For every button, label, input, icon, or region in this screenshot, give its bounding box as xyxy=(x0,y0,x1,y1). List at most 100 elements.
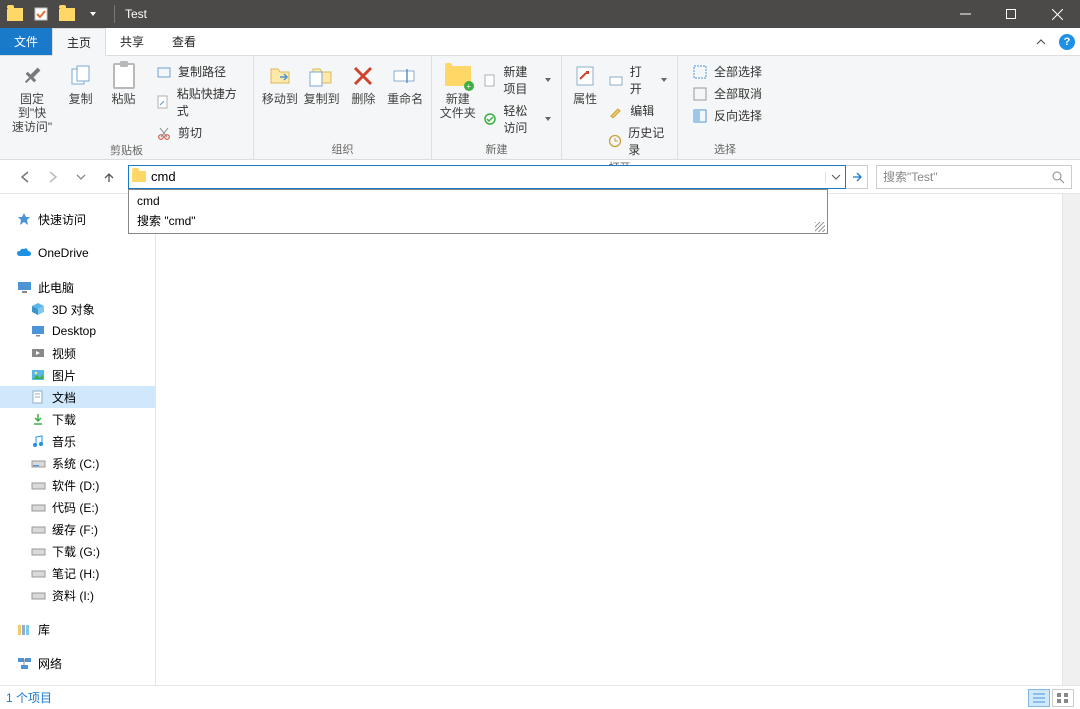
status-item-count: 1 个项目 xyxy=(6,689,52,706)
app-icon[interactable] xyxy=(4,3,26,25)
copy-button[interactable]: 复制 xyxy=(60,60,101,106)
history-label: 历史记录 xyxy=(628,124,667,158)
history-button[interactable]: 历史记录 xyxy=(604,123,671,159)
status-bar: 1 个项目 xyxy=(0,685,1080,709)
tree-videos-label: 视频 xyxy=(52,345,76,362)
tree-network[interactable]: 网络 xyxy=(0,652,155,674)
tree-pictures[interactable]: 图片 xyxy=(0,364,155,386)
tree-documents-label: 文档 xyxy=(52,389,76,406)
close-button[interactable] xyxy=(1034,0,1080,28)
documents-icon xyxy=(30,389,46,405)
copy-path-label: 复制路径 xyxy=(178,63,226,80)
tree-drive-d-label: 软件 (D:) xyxy=(52,477,99,494)
select-all-button[interactable]: 全部选择 xyxy=(688,62,766,81)
vertical-scrollbar[interactable] xyxy=(1062,194,1080,685)
tree-this-pc-label: 此电脑 xyxy=(38,279,74,296)
pin-label-2: 速访问" xyxy=(12,120,52,134)
new-folder-label-1: 新建 xyxy=(446,92,470,106)
new-group-label: 新建 xyxy=(432,141,561,159)
tree-drive-g[interactable]: 下载 (G:) xyxy=(0,540,155,562)
pin-to-quick-access-button[interactable]: 固定到"快速访问" xyxy=(6,60,58,134)
recent-locations-button[interactable] xyxy=(72,168,90,186)
new-item-button[interactable]: 新建项目 xyxy=(479,62,555,98)
tree-documents[interactable]: 文档 xyxy=(0,386,155,408)
tree-drive-f[interactable]: 缓存 (F:) xyxy=(0,518,155,540)
tree-drive-c[interactable]: 系统 (C:) xyxy=(0,452,155,474)
tree-this-pc[interactable]: 此电脑 xyxy=(0,276,155,298)
rename-button[interactable]: 重命名 xyxy=(385,60,425,106)
address-history-button[interactable] xyxy=(825,172,845,182)
pc-icon xyxy=(16,279,32,295)
select-group-label: 选择 xyxy=(678,141,772,159)
select-none-button[interactable]: 全部取消 xyxy=(688,84,766,103)
cut-button[interactable]: 剪切 xyxy=(152,123,247,142)
autocomplete-item-cmd[interactable]: cmd xyxy=(129,192,827,210)
search-box[interactable]: 搜索"Test" xyxy=(876,165,1072,189)
qat-folder[interactable] xyxy=(56,3,78,25)
tree-desktop-label: Desktop xyxy=(52,324,96,338)
drive-icon xyxy=(30,477,46,493)
help-button[interactable]: ? xyxy=(1054,28,1080,55)
address-bar[interactable] xyxy=(128,165,846,189)
tree-drive-h[interactable]: 笔记 (H:) xyxy=(0,562,155,584)
qat-dropdown[interactable] xyxy=(82,3,104,25)
tab-share[interactable]: 共享 xyxy=(106,28,158,55)
go-button[interactable] xyxy=(846,165,868,189)
tree-music[interactable]: 音乐 xyxy=(0,430,155,452)
paste-shortcut-button[interactable]: 粘贴快捷方式 xyxy=(152,84,247,120)
tab-file[interactable]: 文件 xyxy=(0,28,52,55)
details-view-button[interactable] xyxy=(1028,689,1050,707)
delete-button[interactable]: 删除 xyxy=(344,60,384,106)
tree-onedrive-label: OneDrive xyxy=(38,246,89,260)
new-folder-button[interactable]: + 新建文件夹 xyxy=(438,60,477,120)
tree-drive-g-label: 下载 (G:) xyxy=(52,543,100,560)
tree-drive-i[interactable]: 资料 (I:) xyxy=(0,584,155,606)
easy-access-button[interactable]: 轻松访问 xyxy=(479,101,555,137)
tab-view[interactable]: 查看 xyxy=(158,28,210,55)
new-folder-label-2: 文件夹 xyxy=(440,106,476,120)
tree-onedrive[interactable]: OneDrive xyxy=(0,242,155,264)
open-button[interactable]: 打开 xyxy=(604,62,671,98)
new-item-label: 新建项目 xyxy=(503,63,537,97)
tree-drive-e-label: 代码 (E:) xyxy=(52,499,99,516)
tree-videos[interactable]: 视频 xyxy=(0,342,155,364)
tree-drive-e[interactable]: 代码 (E:) xyxy=(0,496,155,518)
paste-label: 粘贴 xyxy=(112,92,136,106)
invert-selection-button[interactable]: 反向选择 xyxy=(688,106,766,125)
tab-home[interactable]: 主页 xyxy=(52,28,106,56)
tree-drive-d[interactable]: 软件 (D:) xyxy=(0,474,155,496)
easy-access-label: 轻松访问 xyxy=(503,102,537,136)
tree-libraries[interactable]: 库 xyxy=(0,618,155,640)
properties-button[interactable]: 属性 xyxy=(568,60,602,106)
qat-open-checkbox[interactable] xyxy=(30,3,52,25)
autocomplete-resize-grip[interactable] xyxy=(815,222,825,232)
address-input[interactable] xyxy=(149,169,825,184)
tree-drive-h-label: 笔记 (H:) xyxy=(52,565,99,582)
select-all-label: 全部选择 xyxy=(714,63,762,80)
paste-button[interactable]: 粘贴 xyxy=(103,60,144,106)
title-bar: Test xyxy=(0,0,1080,28)
back-button[interactable] xyxy=(16,168,34,186)
drive-icon xyxy=(30,565,46,581)
up-button[interactable] xyxy=(100,168,118,186)
file-list-pane[interactable] xyxy=(156,194,1062,685)
tree-desktop[interactable]: Desktop xyxy=(0,320,155,342)
tree-downloads[interactable]: 下载 xyxy=(0,408,155,430)
tree-network-label: 网络 xyxy=(38,655,62,672)
copy-path-button[interactable]: 复制路径 xyxy=(152,62,247,81)
search-placeholder: 搜索"Test" xyxy=(883,168,1051,185)
navigation-pane[interactable]: 快速访问 OneDrive 此电脑 3D 对象 Desktop 视频 图片 文档… xyxy=(0,194,156,685)
edit-button[interactable]: 编辑 xyxy=(604,101,671,120)
copy-to-label: 复制到 xyxy=(304,92,340,106)
tree-3d-objects[interactable]: 3D 对象 xyxy=(0,298,155,320)
copy-to-button[interactable]: 复制到 xyxy=(302,60,342,106)
maximize-button[interactable] xyxy=(988,0,1034,28)
move-to-button[interactable]: 移动到 xyxy=(260,60,300,106)
minimize-button[interactable] xyxy=(942,0,988,28)
collapse-ribbon-button[interactable] xyxy=(1028,28,1054,55)
forward-button[interactable] xyxy=(44,168,62,186)
large-icons-view-button[interactable] xyxy=(1052,689,1074,707)
address-autocomplete: cmd 搜索 "cmd" xyxy=(128,189,828,234)
autocomplete-item-search[interactable]: 搜索 "cmd" xyxy=(129,210,827,231)
select-none-label: 全部取消 xyxy=(714,85,762,102)
